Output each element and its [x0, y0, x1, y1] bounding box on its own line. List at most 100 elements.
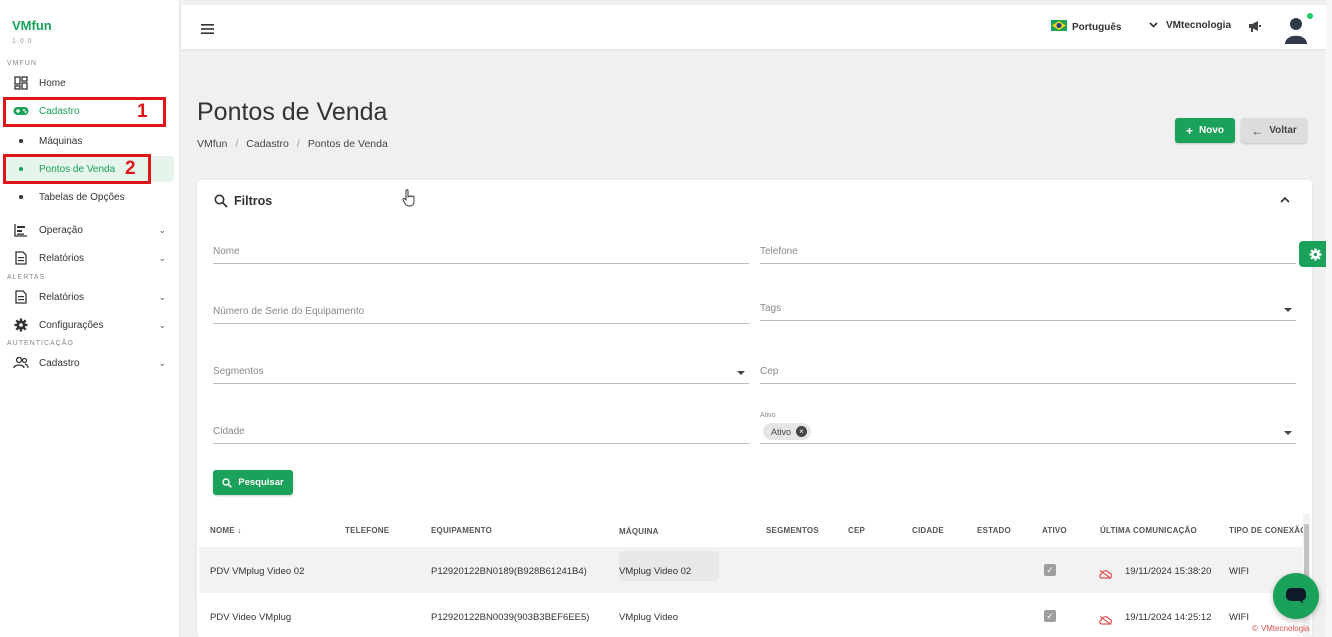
sidebar-item-operacao[interactable]: Operação ⌄: [4, 217, 174, 243]
bullet-icon: [19, 139, 23, 143]
column-header-equipamento[interactable]: EQUIPAMENTO: [431, 526, 492, 535]
annotation-number-1: 1: [137, 101, 148, 122]
chevron-down-icon: ⌄: [158, 253, 166, 263]
ativo-select[interactable]: Ativo Ativo ×: [760, 412, 1296, 444]
tags-select[interactable]: Tags: [760, 293, 1296, 321]
cloud-offline-icon: [1099, 612, 1113, 630]
section-label-vmfun: VMFUN: [7, 60, 37, 67]
topbar: Português VMtecnologia: [181, 5, 1326, 49]
sidebar-item-label: Relatórios: [39, 252, 85, 264]
filters-title: Filtros: [234, 194, 273, 208]
column-header-cidade[interactable]: CIDADE: [912, 526, 944, 535]
chevron-up-icon[interactable]: [1280, 194, 1290, 206]
organization-label: VMtecnologia: [1166, 20, 1232, 31]
avatar[interactable]: [1279, 10, 1313, 44]
sidebar-item-relatorios-alertas[interactable]: Relatórios ⌄: [4, 284, 174, 310]
chevron-down-icon: ⌄: [158, 320, 166, 330]
menu-icon[interactable]: [201, 21, 214, 39]
document-icon: [8, 290, 34, 304]
chat-button[interactable]: [1273, 573, 1319, 619]
chevron-down-icon: ⌄: [158, 292, 166, 302]
cell-maquina: VMplug Video: [619, 612, 678, 623]
search-button-label: Pesquisar: [238, 477, 284, 488]
sidebar-sub-item-label: Máquinas: [39, 135, 83, 147]
column-header-ativo[interactable]: ATIVO: [1042, 526, 1067, 535]
search-button[interactable]: Pesquisar: [213, 470, 293, 495]
sidebar-item-label: Operação: [39, 224, 83, 236]
sidebar-item-label: Home: [39, 77, 66, 89]
numero-serie-placeholder: Número de Serie do Equipamento: [213, 306, 365, 317]
breadcrumb-item[interactable]: VMfun: [197, 138, 227, 150]
column-header-nome[interactable]: NOME ↓: [210, 526, 241, 535]
cell-tipo-conexao: WIFI: [1229, 612, 1250, 623]
dropdown-arrow-icon: [1284, 431, 1292, 435]
nome-field[interactable]: Nome: [213, 236, 749, 264]
dropdown-arrow-icon: [1284, 308, 1292, 312]
close-icon[interactable]: ×: [796, 426, 808, 437]
column-header-ultima-comunicacao[interactable]: ÚLTIMA COMUNICAÇÃO: [1100, 526, 1197, 535]
footer-brand-label: VMtecnologia: [1260, 624, 1310, 633]
column-header-segmentos[interactable]: SEGMENTOS: [766, 526, 819, 535]
sidebar-item-relatorios[interactable]: Relatórios ⌄: [4, 245, 174, 271]
dashboard-icon: [8, 76, 34, 90]
search-icon: [222, 477, 233, 488]
column-header-maquina[interactable]: MÁQUINA: [619, 527, 659, 536]
section-label-autenticacao: AUTENTICAÇÃO: [7, 340, 74, 347]
bullet-icon: [19, 195, 23, 199]
plus-icon: +: [1185, 123, 1193, 138]
sidebar-item-label: Configurações: [39, 319, 104, 331]
annotation-number-2: 2: [125, 158, 136, 179]
cidade-field[interactable]: Cidade: [213, 416, 749, 444]
checkbox-checked-icon: ✓: [1044, 610, 1056, 622]
breadcrumb-item[interactable]: Cadastro: [246, 138, 289, 150]
sidebar-sub-item-maquinas[interactable]: Máquinas: [4, 128, 174, 154]
search-icon: [214, 194, 228, 208]
table-row[interactable]: PDV VMplug Video 02 P12920122BN0189(B928…: [199, 547, 1302, 593]
sidebar-item-cadastro-auth[interactable]: Cadastro ⌄: [4, 350, 174, 376]
sidebar-item-configuracoes[interactable]: Configurações ⌄: [4, 312, 174, 338]
column-header-cep[interactable]: CEP: [848, 526, 865, 535]
megaphone-icon[interactable]: [1248, 19, 1262, 38]
copyright-icon: ©: [1252, 624, 1258, 633]
sidebar-sub-item-label: Tabelas de Opções: [39, 191, 125, 203]
segmentos-select[interactable]: Segmentos: [213, 356, 749, 384]
sidebar-item-label: Cadastro: [39, 357, 80, 369]
sidebar-sub-item-tabelas-de-opcoes[interactable]: Tabelas de Opções: [4, 184, 174, 210]
cloud-offline-icon: [1099, 566, 1113, 584]
gear-icon: [8, 318, 34, 332]
telefone-field[interactable]: Telefone: [760, 236, 1296, 264]
breadcrumb-separator: /: [296, 138, 300, 150]
brand-name: VMfun: [12, 18, 52, 33]
chart-icon: [8, 223, 34, 237]
ativo-chip[interactable]: Ativo ×: [763, 423, 812, 440]
filters-header[interactable]: Filtros: [214, 194, 272, 208]
back-button[interactable]: ← Voltar: [1241, 118, 1307, 143]
organization-selector[interactable]: VMtecnologia: [1149, 20, 1231, 31]
sidebar-item-home[interactable]: Home: [4, 70, 174, 96]
segmentos-placeholder: Segmentos: [213, 366, 264, 377]
user-icon: [1285, 18, 1307, 44]
hand-cursor-icon: [402, 189, 416, 212]
breadcrumb-separator: /: [235, 138, 239, 150]
page-scrollbar[interactable]: [1326, 0, 1332, 637]
chevron-down-icon: [1149, 20, 1158, 31]
column-header-tipo-conexao[interactable]: TIPO DE CONEXÃO: [1229, 526, 1307, 535]
new-button[interactable]: + Novo: [1175, 118, 1235, 143]
chat-icon: [1286, 588, 1306, 604]
gear-icon: [1309, 247, 1322, 261]
column-header-estado[interactable]: ESTADO: [977, 526, 1011, 535]
cep-field[interactable]: Cep: [760, 356, 1296, 384]
new-button-label: Novo: [1199, 125, 1224, 136]
brazil-flag-icon: [1051, 20, 1067, 34]
ativo-label: Ativo: [760, 412, 776, 419]
cell-maquina: VMplug Video 02: [619, 566, 692, 577]
breadcrumb-item: Pontos de Venda: [307, 138, 388, 150]
language-selector[interactable]: Português: [1051, 20, 1121, 34]
checkbox-checked-icon: ✓: [1044, 564, 1056, 576]
cep-placeholder: Cep: [760, 366, 779, 377]
table-row[interactable]: PDV Video VMplug P12920122BN0039(903B3BE…: [199, 593, 1302, 637]
page-title: Pontos de Venda: [197, 98, 388, 126]
numero-serie-field[interactable]: Número de Serie do Equipamento: [213, 296, 749, 324]
section-label-alertas: ALERTAS: [7, 274, 46, 281]
column-header-telefone[interactable]: TELEFONE: [345, 526, 389, 535]
